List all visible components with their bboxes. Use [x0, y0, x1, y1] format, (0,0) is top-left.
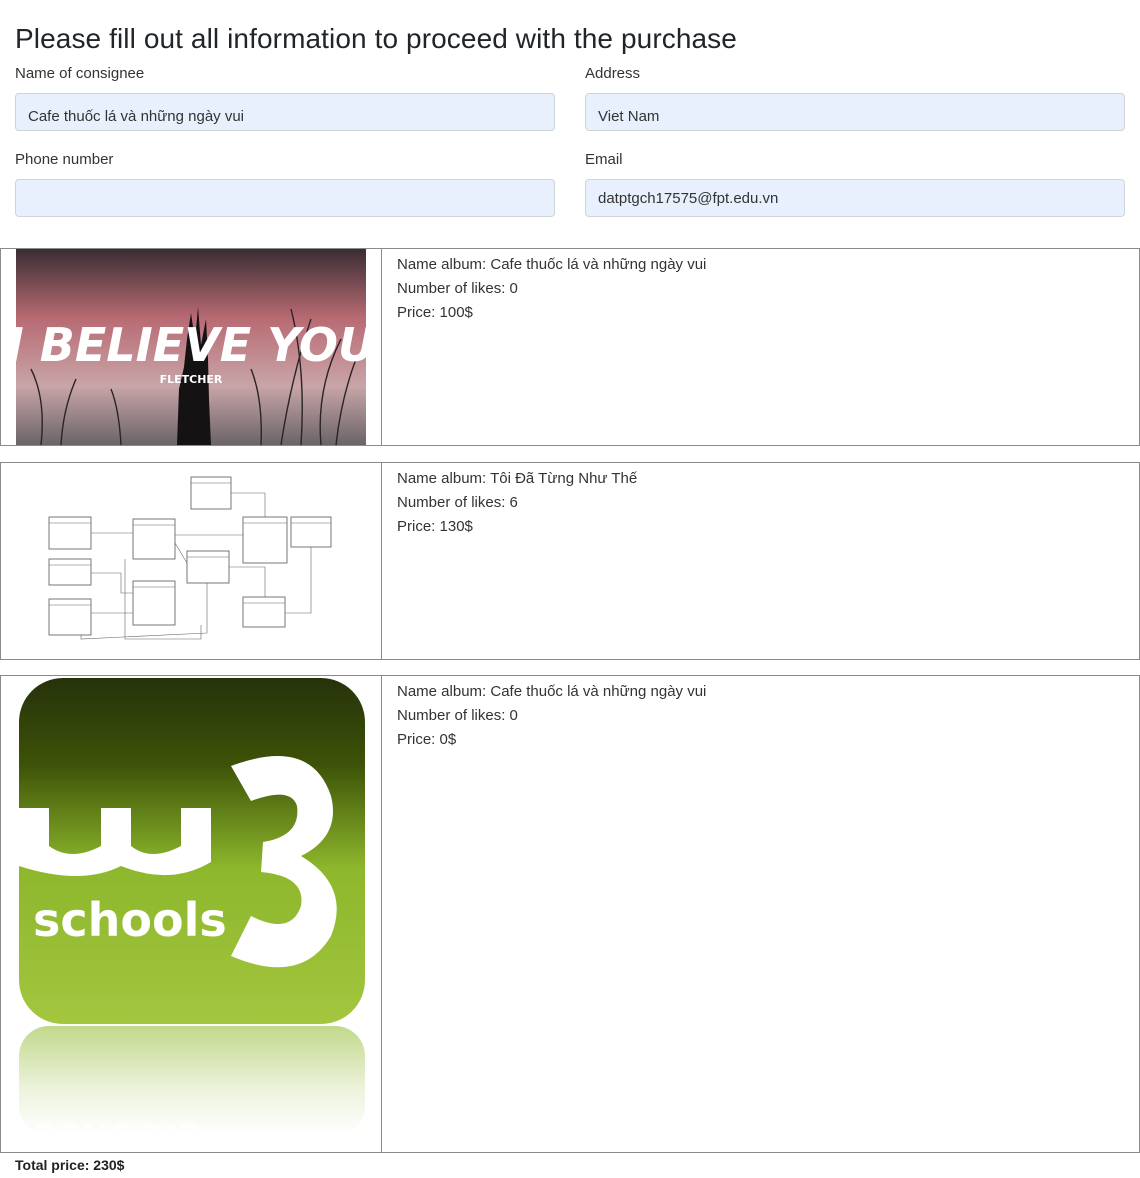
w3-logo-text: schools — [33, 893, 227, 947]
page-title: Please fill out all information to proce… — [15, 23, 737, 54]
album-name: Name album: Tôi Đã Từng Như Thế — [397, 470, 638, 487]
album-row: schools schools Name album: Cafe thuốc l… — [0, 675, 1140, 1153]
album-cover-text: I BELIEVE YOU — [7, 318, 376, 372]
svg-text:schools: schools — [33, 1114, 201, 1152]
album-row: Name album: Tôi Đã Từng Như Thế Number o… — [0, 462, 1140, 660]
album-price: Price: 0$ — [397, 731, 457, 748]
album-cover-subtext: FLETCHER — [160, 373, 223, 386]
email-input[interactable] — [585, 179, 1125, 217]
album-info: Name album: Tôi Đã Từng Như Thế Number o… — [397, 467, 637, 539]
phone-input[interactable] — [15, 179, 555, 217]
album-name: Name album: Cafe thuốc lá và những ngày … — [397, 256, 707, 273]
album-name: Name album: Cafe thuốc lá và những ngày … — [397, 683, 707, 700]
album-cover-image: I BELIEVE YOU FLETCHER — [1, 249, 382, 445]
album-info: Name album: Cafe thuốc lá và những ngày … — [397, 253, 706, 325]
album-cover-image — [1, 463, 382, 659]
consignee-input[interactable] — [15, 93, 555, 131]
total-price: Total price: 230$ — [15, 1157, 125, 1173]
address-label: Address — [585, 65, 641, 82]
album-price: Price: 130$ — [397, 518, 473, 535]
w3schools-logo-icon: schools schools — [1, 676, 381, 1152]
consignee-label: Name of consignee — [15, 65, 145, 82]
album-likes: Number of likes: 0 — [397, 707, 518, 724]
album-price: Price: 100$ — [397, 304, 473, 321]
email-label: Email — [585, 151, 623, 168]
album-likes: Number of likes: 6 — [397, 494, 518, 511]
album-info: Name album: Cafe thuốc lá và những ngày … — [397, 680, 706, 752]
album-likes: Number of likes: 0 — [397, 280, 518, 297]
address-input[interactable] — [585, 93, 1125, 131]
album-cover-image: schools schools — [1, 676, 382, 1152]
phone-label: Phone number — [15, 151, 114, 168]
album-row: I BELIEVE YOU FLETCHER Name album: Cafe … — [0, 248, 1140, 446]
er-diagram-icon — [1, 463, 381, 659]
